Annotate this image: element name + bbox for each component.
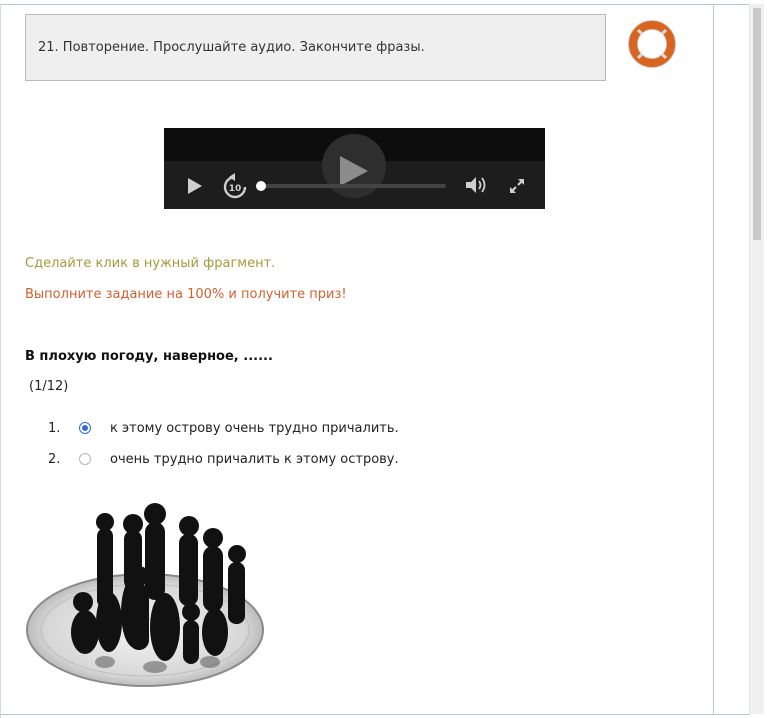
frame-left-border bbox=[0, 4, 1, 718]
volume-button[interactable] bbox=[464, 175, 488, 199]
sculpture-photo bbox=[25, 502, 265, 692]
big-play-button[interactable] bbox=[322, 134, 386, 198]
progress-bar[interactable] bbox=[256, 181, 446, 191]
rewind-10-icon: 10 bbox=[223, 173, 247, 199]
option-1-text[interactable]: к этому острову очень трудно причалить. bbox=[110, 421, 399, 436]
question-counter: (1/12) bbox=[29, 379, 69, 394]
task-title: 21. Повторение. Прослушайте аудио. Закон… bbox=[38, 40, 425, 55]
svg-text:10: 10 bbox=[229, 184, 242, 194]
option-2-text[interactable]: очень трудно причалить к этому острову. bbox=[110, 452, 399, 467]
fullscreen-icon bbox=[510, 179, 524, 193]
audio-player[interactable]: 10 bbox=[164, 128, 545, 209]
content-right-border bbox=[713, 4, 714, 714]
frame-top-border bbox=[0, 4, 750, 5]
option-2-radio[interactable] bbox=[79, 453, 91, 465]
instruction-hint: Сделайте клик в нужный фрагмент. bbox=[25, 256, 276, 271]
play-icon bbox=[340, 156, 368, 186]
frame-bottom-border bbox=[0, 714, 750, 715]
rewind-button[interactable]: 10 bbox=[222, 172, 248, 204]
vertical-scrollbar[interactable] bbox=[749, 4, 764, 714]
play-icon bbox=[188, 178, 202, 194]
prize-notice: Выполните задание на 100% и получите при… bbox=[25, 287, 347, 302]
question-text: В плохую погоду, наверное, ...... bbox=[25, 349, 273, 364]
volume-icon bbox=[466, 177, 486, 193]
task-header: 21. Повторение. Прослушайте аудио. Закон… bbox=[25, 14, 606, 81]
option-1-radio[interactable] bbox=[79, 422, 91, 434]
fullscreen-button[interactable] bbox=[507, 176, 527, 200]
option-number: 2. bbox=[48, 452, 61, 467]
lifebuoy-icon[interactable] bbox=[626, 18, 678, 70]
scrollbar-thumb[interactable] bbox=[753, 8, 761, 240]
play-button[interactable] bbox=[186, 176, 204, 200]
option-number: 1. bbox=[48, 421, 61, 436]
progress-knob[interactable] bbox=[256, 181, 266, 191]
